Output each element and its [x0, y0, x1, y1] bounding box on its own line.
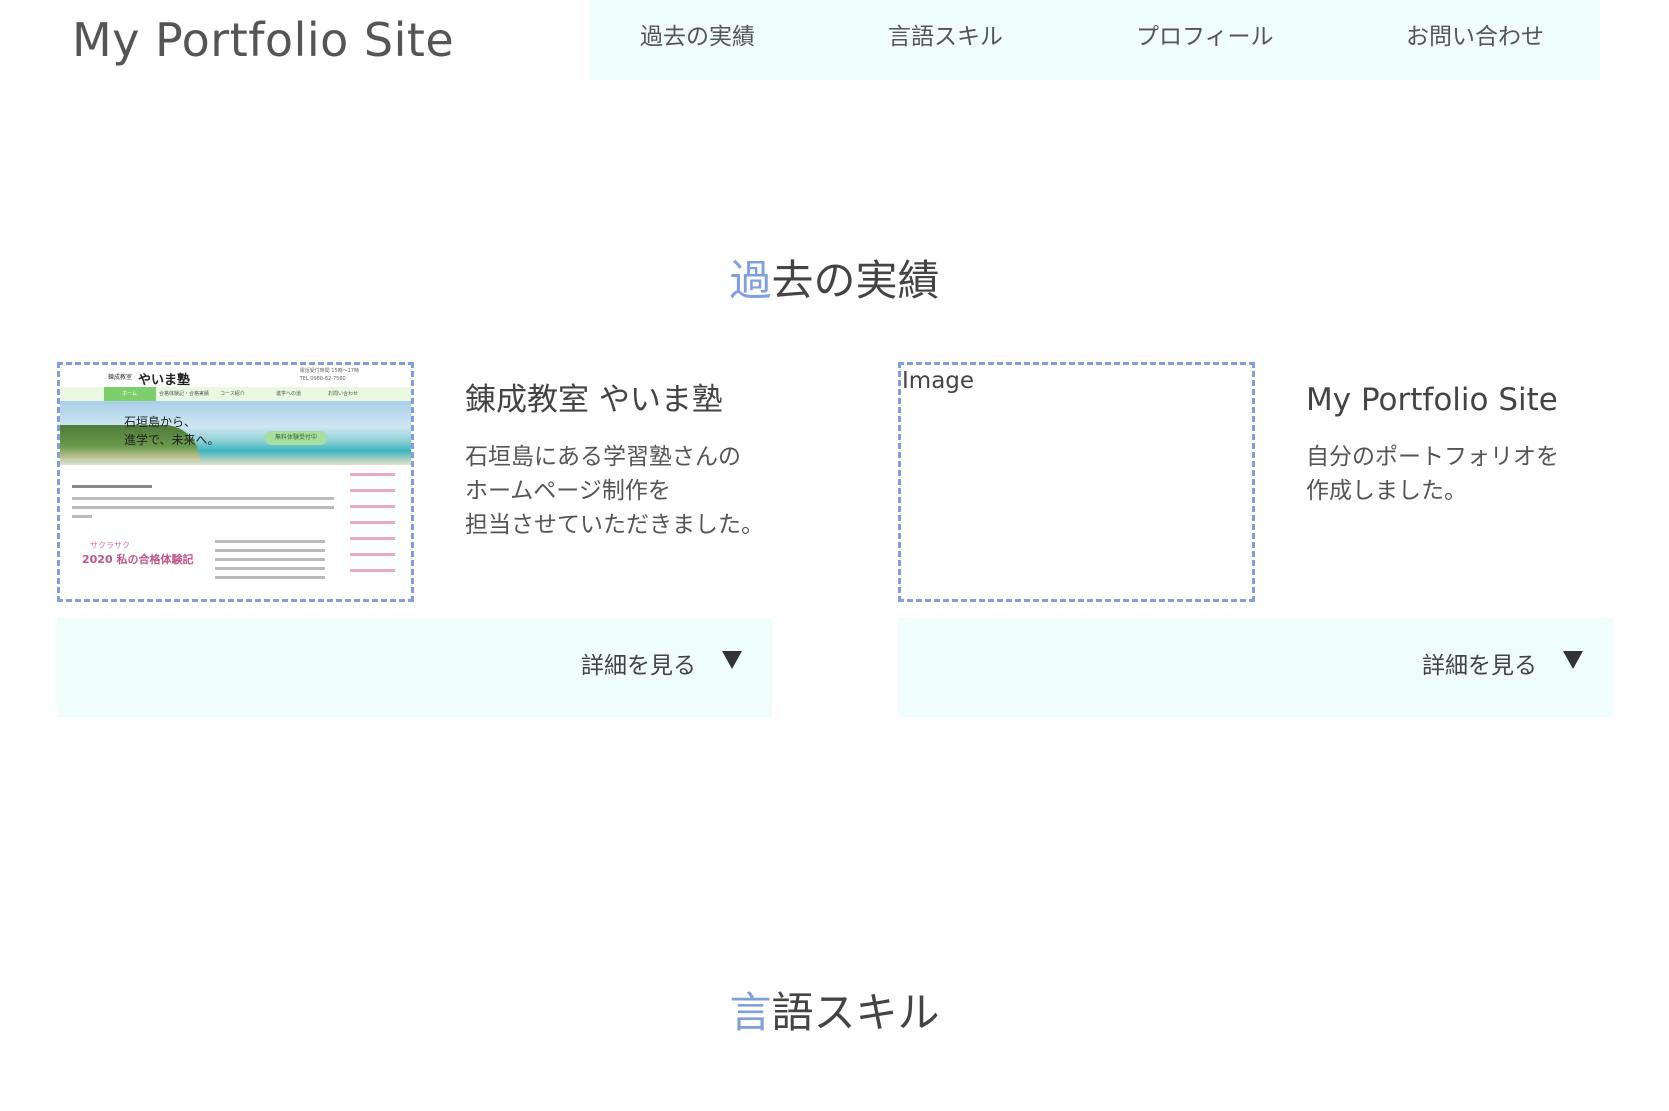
global-nav: 過去の実績 言語スキル プロフィール お問い合わせ [590, 0, 1600, 80]
skills-heading: 言語スキル [0, 986, 1669, 1040]
mini-sidebar-banner [350, 471, 395, 479]
mini-hero-text: 進学で、未来へ。 [124, 433, 220, 447]
mini-sidebar-banner [350, 487, 395, 495]
mini-text-line [215, 549, 325, 552]
work-description: 自分のポートフォリオを 作成しました。 [1306, 440, 1559, 508]
skills-heading-accent: 言 [729, 988, 772, 1037]
mini-text-line [72, 485, 152, 488]
mini-tel: 電話受付時間 15時〜17時 TEL 0980-82-7560 [300, 367, 359, 383]
mini-tel-hours: 電話受付時間 15時〜17時 [299, 368, 359, 374]
work-card-yaimajuku: 錬成教室 やいま塾 電話受付時間 15時〜17時 TEL 0980-82-756… [57, 362, 772, 717]
mini-badge: 2020 私の合格体験記 [82, 553, 194, 566]
mini-nav-item: お問い合わせ [328, 391, 359, 397]
mini-text-line [215, 567, 325, 570]
mini-sidebar-banner [350, 503, 395, 511]
image-placeholder-text: Image [902, 368, 975, 394]
skills-heading-rest: 語スキル [771, 988, 940, 1037]
work-thumbnail[interactable]: Image [898, 362, 1255, 602]
work-description-line: ホームページ制作を [465, 478, 671, 504]
work-description-line: 自分のポートフォリオを [1306, 444, 1559, 470]
mini-nav-item: コース紹介 [220, 391, 245, 397]
site-title[interactable]: My Portfolio Site [72, 12, 454, 68]
mini-text-line [72, 497, 334, 500]
work-title: 錬成教室 やいま塾 [465, 382, 723, 418]
detail-toggle-button[interactable]: 詳細を見る [57, 618, 772, 717]
mini-nav-item: ホーム [122, 391, 137, 397]
mini-text-line [215, 558, 325, 561]
mini-sidebar-banner [350, 567, 395, 575]
mini-text-line [215, 576, 325, 579]
nav-item-skills[interactable]: 言語スキル [888, 22, 1003, 52]
nav-item-profile[interactable]: プロフィール [1136, 22, 1274, 52]
work-thumbnail[interactable]: 錬成教室 やいま塾 電話受付時間 15時〜17時 TEL 0980-82-756… [57, 362, 414, 602]
work-card-portfolio: Image My Portfolio Site 自分のポートフォリオを 作成しま… [898, 362, 1613, 717]
mini-text-line [72, 506, 334, 509]
mini-badge-top: サクラサク [90, 541, 130, 550]
detail-label: 詳細を見る [581, 653, 696, 679]
mini-hero-button: 無料体験受付中 [265, 431, 327, 445]
website-screenshot: 錬成教室 やいま塾 電話受付時間 15時〜17時 TEL 0980-82-756… [60, 365, 411, 599]
mini-sidebar-banner [350, 519, 395, 527]
work-title: My Portfolio Site [1306, 382, 1558, 418]
works-heading-accent: 過 [729, 256, 772, 305]
mini-logo-small: 錬成教室 [108, 374, 133, 381]
works-heading: 過去の実績 [0, 254, 1669, 308]
triangle-down-icon [1563, 651, 1583, 669]
detail-label: 詳細を見る [1422, 653, 1537, 679]
mini-hero-text: 石垣島から、 [124, 415, 197, 429]
mini-text-line [72, 515, 92, 518]
mini-nav-item: 合格体験記・合格実績 [159, 391, 210, 397]
work-description-line: 担当させていただきました。 [465, 512, 764, 538]
site-header: My Portfolio Site 過去の実績 言語スキル プロフィール お問い… [0, 0, 1669, 80]
mini-nav-item: 進学への道 [276, 391, 302, 397]
work-description: 石垣島にある学習塾さんの ホームページ制作を 担当させていただきました。 [465, 440, 764, 542]
triangle-down-icon [722, 651, 742, 669]
detail-toggle-button[interactable]: 詳細を見る [898, 618, 1613, 717]
mini-sidebar-banner [350, 551, 395, 559]
mini-logo: やいま塾 [138, 373, 191, 388]
mini-text-line [215, 540, 325, 543]
work-description-line: 作成しました。 [1306, 478, 1467, 504]
work-description-line: 石垣島にある学習塾さんの [465, 444, 741, 470]
mini-tel-number: TEL 0980-82-7560 [299, 376, 346, 382]
nav-item-works[interactable]: 過去の実績 [640, 22, 755, 52]
nav-item-contact[interactable]: お問い合わせ [1406, 22, 1544, 52]
mini-sidebar-banner [350, 535, 395, 543]
works-heading-rest: 去の実績 [771, 256, 940, 305]
